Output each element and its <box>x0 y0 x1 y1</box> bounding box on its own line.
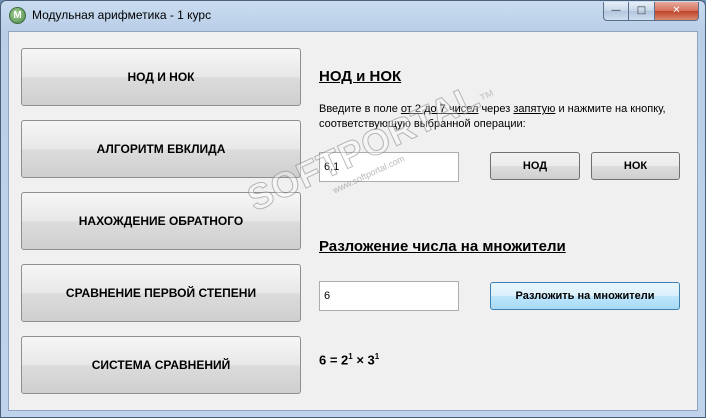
instruction-text: Введите в поле <box>319 103 401 115</box>
factor-number-input[interactable]: 6 <box>319 281 459 311</box>
app-icon[interactable]: M <box>9 7 26 24</box>
maximize-button[interactable]: □ <box>629 2 655 21</box>
menu-congruence-system-button[interactable]: СИСТЕМА СРАВНЕНИЙ <box>21 336 301 394</box>
result-base: × 3 <box>352 352 375 368</box>
menu-linear-congruence-button[interactable]: СРАВНЕНИЕ ПЕРВОЙ СТЕПЕНИ <box>21 264 301 322</box>
caption-buttons: — □ ✕ <box>603 2 699 21</box>
title-bar[interactable]: M Модульная арифметика - 1 курс — □ ✕ <box>1 1 705 31</box>
close-button[interactable]: ✕ <box>655 2 699 21</box>
lcm-button[interactable]: НОК <box>591 152 680 180</box>
operation-menu: НОД И НОК АЛГОРИТМ ЕВКЛИДА НАХОЖДЕНИЕ ОБ… <box>9 32 303 410</box>
factorize-button[interactable]: Разложить на множители <box>490 282 680 310</box>
factorization-title: Разложение числа на множители <box>319 238 566 255</box>
window-title: Модульная арифметика - 1 курс <box>32 8 212 22</box>
gcd-lcm-title: НОД и НОК <box>319 68 402 85</box>
numbers-input[interactable]: 6,1 <box>319 152 459 182</box>
menu-gcd-lcm-button[interactable]: НОД И НОК <box>21 48 301 106</box>
instruction-range: от 2 до 7 чисел <box>400 103 479 115</box>
gcd-button[interactable]: НОД <box>490 152 580 180</box>
result-exponent: 1 <box>374 352 380 361</box>
factorization-result: 6 = 21 × 31 <box>319 352 379 367</box>
menu-inverse-button[interactable]: НАХОЖДЕНИЕ ОБРАТНОГО <box>21 192 301 250</box>
instruction-separator: запятую <box>513 103 556 115</box>
minimize-button[interactable]: — <box>603 2 629 21</box>
menu-euclid-button[interactable]: АЛГОРИТМ ЕВКЛИДА <box>21 120 301 178</box>
instruction-text: через <box>478 103 514 115</box>
app-window: M Модульная арифметика - 1 курс — □ ✕ НО… <box>0 0 706 418</box>
result-base: 6 = 2 <box>319 352 349 368</box>
gcd-lcm-instruction: Введите в поле от 2 до 7 чисел через зап… <box>319 102 689 132</box>
client-area: НОД И НОК АЛГОРИТМ ЕВКЛИДА НАХОЖДЕНИЕ ОБ… <box>8 31 698 411</box>
